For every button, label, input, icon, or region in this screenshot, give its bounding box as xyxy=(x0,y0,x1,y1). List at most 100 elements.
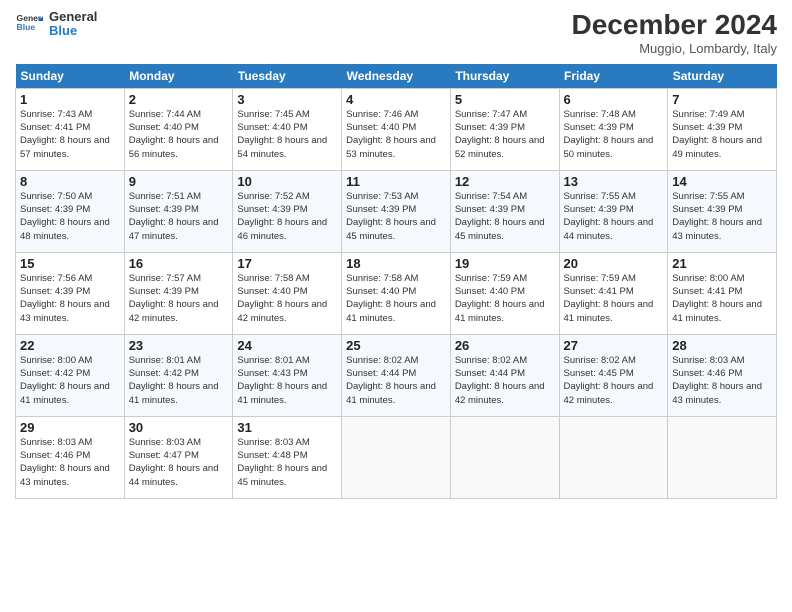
sunrise-text: Sunrise: 7:58 AM xyxy=(346,272,446,285)
day-info: Sunrise: 7:52 AMSunset: 4:39 PMDaylight:… xyxy=(237,190,337,243)
col-friday: Friday xyxy=(559,64,668,89)
day-info: Sunrise: 8:03 AMSunset: 4:47 PMDaylight:… xyxy=(129,436,229,489)
day-info: Sunrise: 7:51 AMSunset: 4:39 PMDaylight:… xyxy=(129,190,229,243)
day-number: 21 xyxy=(672,256,772,271)
header: General Blue General Blue December 2024 … xyxy=(15,10,777,56)
day-number: 19 xyxy=(455,256,555,271)
sunrise-text: Sunrise: 7:53 AM xyxy=(346,190,446,203)
daylight-text: Daylight: 8 hours and 41 minutes. xyxy=(346,380,446,407)
daylight-text: Daylight: 8 hours and 44 minutes. xyxy=(129,462,229,489)
table-row: 26Sunrise: 8:02 AMSunset: 4:44 PMDayligh… xyxy=(450,334,559,416)
sunrise-text: Sunrise: 7:51 AM xyxy=(129,190,229,203)
sunset-text: Sunset: 4:39 PM xyxy=(129,285,229,298)
day-info: Sunrise: 7:49 AMSunset: 4:39 PMDaylight:… xyxy=(672,108,772,161)
table-row: 18Sunrise: 7:58 AMSunset: 4:40 PMDayligh… xyxy=(342,252,451,334)
sunset-text: Sunset: 4:39 PM xyxy=(129,203,229,216)
daylight-text: Daylight: 8 hours and 41 minutes. xyxy=(455,298,555,325)
sunset-text: Sunset: 4:39 PM xyxy=(20,285,120,298)
col-tuesday: Tuesday xyxy=(233,64,342,89)
sunset-text: Sunset: 4:47 PM xyxy=(129,449,229,462)
sunset-text: Sunset: 4:46 PM xyxy=(20,449,120,462)
day-info: Sunrise: 7:59 AMSunset: 4:41 PMDaylight:… xyxy=(564,272,664,325)
sunrise-text: Sunrise: 7:55 AM xyxy=(672,190,772,203)
day-number: 6 xyxy=(564,92,664,107)
day-info: Sunrise: 7:43 AMSunset: 4:41 PMDaylight:… xyxy=(20,108,120,161)
sunrise-text: Sunrise: 8:03 AM xyxy=(672,354,772,367)
table-row: 22Sunrise: 8:00 AMSunset: 4:42 PMDayligh… xyxy=(16,334,125,416)
calendar-header-row: Sunday Monday Tuesday Wednesday Thursday… xyxy=(16,64,777,89)
daylight-text: Daylight: 8 hours and 48 minutes. xyxy=(20,216,120,243)
day-info: Sunrise: 7:55 AMSunset: 4:39 PMDaylight:… xyxy=(564,190,664,243)
day-number: 17 xyxy=(237,256,337,271)
day-number: 3 xyxy=(237,92,337,107)
sunset-text: Sunset: 4:39 PM xyxy=(564,121,664,134)
table-row: 23Sunrise: 8:01 AMSunset: 4:42 PMDayligh… xyxy=(124,334,233,416)
sunset-text: Sunset: 4:39 PM xyxy=(237,203,337,216)
table-row: 12Sunrise: 7:54 AMSunset: 4:39 PMDayligh… xyxy=(450,170,559,252)
table-row xyxy=(668,416,777,498)
title-block: December 2024 Muggio, Lombardy, Italy xyxy=(572,10,777,56)
table-row: 31Sunrise: 8:03 AMSunset: 4:48 PMDayligh… xyxy=(233,416,342,498)
sunrise-text: Sunrise: 7:58 AM xyxy=(237,272,337,285)
daylight-text: Daylight: 8 hours and 45 minutes. xyxy=(346,216,446,243)
day-number: 2 xyxy=(129,92,229,107)
day-number: 13 xyxy=(564,174,664,189)
sunset-text: Sunset: 4:40 PM xyxy=(237,121,337,134)
day-info: Sunrise: 7:58 AMSunset: 4:40 PMDaylight:… xyxy=(346,272,446,325)
calendar-week-row: 29Sunrise: 8:03 AMSunset: 4:46 PMDayligh… xyxy=(16,416,777,498)
sunrise-text: Sunrise: 8:03 AM xyxy=(237,436,337,449)
sunset-text: Sunset: 4:44 PM xyxy=(455,367,555,380)
calendar-week-row: 15Sunrise: 7:56 AMSunset: 4:39 PMDayligh… xyxy=(16,252,777,334)
day-number: 16 xyxy=(129,256,229,271)
day-number: 7 xyxy=(672,92,772,107)
table-row xyxy=(450,416,559,498)
calendar-week-row: 1Sunrise: 7:43 AMSunset: 4:41 PMDaylight… xyxy=(16,88,777,170)
daylight-text: Daylight: 8 hours and 41 minutes. xyxy=(672,298,772,325)
sunset-text: Sunset: 4:43 PM xyxy=(237,367,337,380)
table-row: 9Sunrise: 7:51 AMSunset: 4:39 PMDaylight… xyxy=(124,170,233,252)
sunrise-text: Sunrise: 8:03 AM xyxy=(129,436,229,449)
sunrise-text: Sunrise: 8:01 AM xyxy=(129,354,229,367)
sunset-text: Sunset: 4:39 PM xyxy=(564,203,664,216)
table-row: 17Sunrise: 7:58 AMSunset: 4:40 PMDayligh… xyxy=(233,252,342,334)
day-number: 22 xyxy=(20,338,120,353)
calendar-week-row: 22Sunrise: 8:00 AMSunset: 4:42 PMDayligh… xyxy=(16,334,777,416)
daylight-text: Daylight: 8 hours and 43 minutes. xyxy=(20,462,120,489)
sunset-text: Sunset: 4:40 PM xyxy=(346,121,446,134)
calendar-table: Sunday Monday Tuesday Wednesday Thursday… xyxy=(15,64,777,499)
daylight-text: Daylight: 8 hours and 46 minutes. xyxy=(237,216,337,243)
sunset-text: Sunset: 4:45 PM xyxy=(564,367,664,380)
table-row: 21Sunrise: 8:00 AMSunset: 4:41 PMDayligh… xyxy=(668,252,777,334)
logo: General Blue General Blue xyxy=(15,10,97,39)
sunrise-text: Sunrise: 7:43 AM xyxy=(20,108,120,121)
col-wednesday: Wednesday xyxy=(342,64,451,89)
table-row xyxy=(342,416,451,498)
sunset-text: Sunset: 4:41 PM xyxy=(672,285,772,298)
table-row: 28Sunrise: 8:03 AMSunset: 4:46 PMDayligh… xyxy=(668,334,777,416)
day-info: Sunrise: 7:53 AMSunset: 4:39 PMDaylight:… xyxy=(346,190,446,243)
day-number: 4 xyxy=(346,92,446,107)
sunrise-text: Sunrise: 8:02 AM xyxy=(564,354,664,367)
table-row: 25Sunrise: 8:02 AMSunset: 4:44 PMDayligh… xyxy=(342,334,451,416)
day-number: 10 xyxy=(237,174,337,189)
day-number: 20 xyxy=(564,256,664,271)
sunrise-text: Sunrise: 7:56 AM xyxy=(20,272,120,285)
table-row xyxy=(559,416,668,498)
day-info: Sunrise: 8:01 AMSunset: 4:43 PMDaylight:… xyxy=(237,354,337,407)
day-info: Sunrise: 7:48 AMSunset: 4:39 PMDaylight:… xyxy=(564,108,664,161)
sunrise-text: Sunrise: 8:00 AM xyxy=(672,272,772,285)
logo-text-blue: Blue xyxy=(49,24,97,38)
sunrise-text: Sunrise: 7:50 AM xyxy=(20,190,120,203)
table-row: 8Sunrise: 7:50 AMSunset: 4:39 PMDaylight… xyxy=(16,170,125,252)
sunset-text: Sunset: 4:39 PM xyxy=(672,203,772,216)
day-number: 1 xyxy=(20,92,120,107)
sunrise-text: Sunrise: 7:45 AM xyxy=(237,108,337,121)
svg-text:Blue: Blue xyxy=(17,23,36,33)
day-number: 5 xyxy=(455,92,555,107)
day-info: Sunrise: 7:46 AMSunset: 4:40 PMDaylight:… xyxy=(346,108,446,161)
day-number: 31 xyxy=(237,420,337,435)
sunrise-text: Sunrise: 7:48 AM xyxy=(564,108,664,121)
daylight-text: Daylight: 8 hours and 56 minutes. xyxy=(129,134,229,161)
daylight-text: Daylight: 8 hours and 43 minutes. xyxy=(672,216,772,243)
day-info: Sunrise: 7:55 AMSunset: 4:39 PMDaylight:… xyxy=(672,190,772,243)
